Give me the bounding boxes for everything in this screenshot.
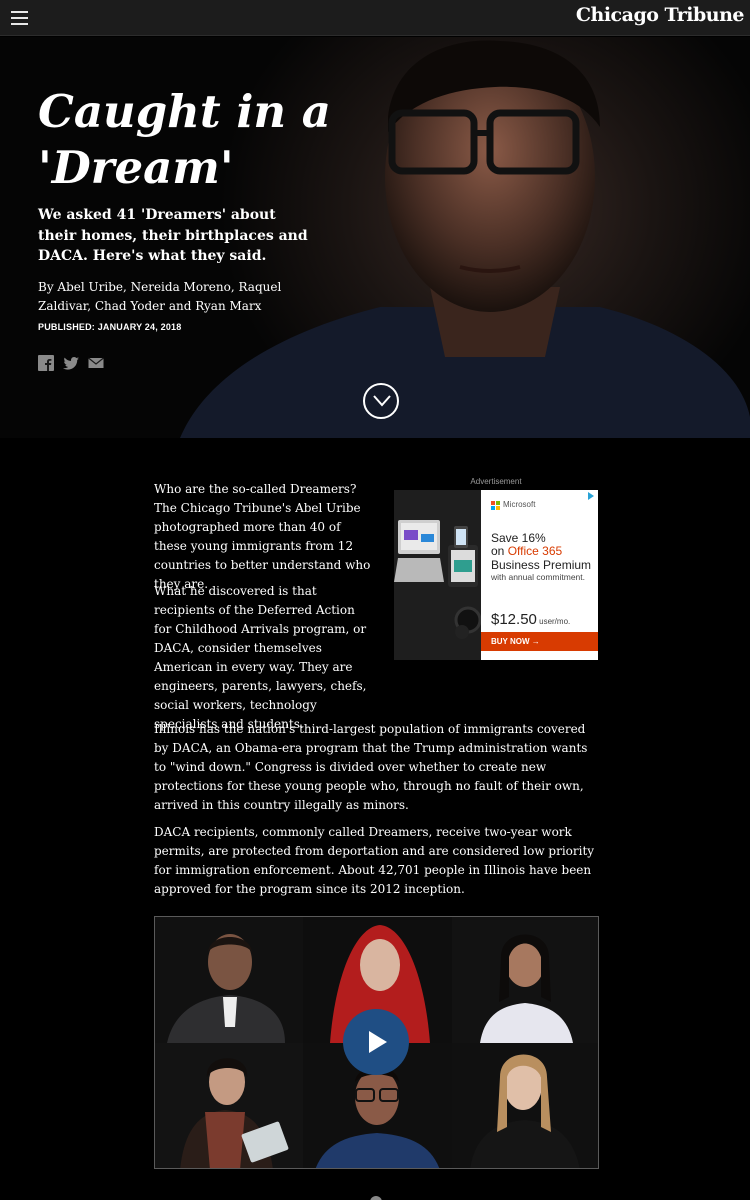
ad-choices-icon[interactable] xyxy=(586,491,596,501)
ad-fineprint: with annual commitment. xyxy=(491,572,586,582)
hero-section: Caught in a 'Dream' We asked 41 'Dreamer… xyxy=(0,37,750,438)
ad-product-tier: Business Premium xyxy=(491,558,592,572)
ad-label: Advertisement xyxy=(470,477,522,486)
ad-product-image xyxy=(394,490,482,660)
share-bar xyxy=(38,355,104,371)
scroll-down-button[interactable] xyxy=(363,383,399,419)
next-section-indicator xyxy=(370,1196,382,1200)
email-icon[interactable] xyxy=(88,355,104,371)
article-paragraph: Who are the so-called Dreamers? The Chic… xyxy=(154,482,371,591)
site-logo[interactable]: Chicago Tribune xyxy=(576,4,745,26)
facebook-icon[interactable] xyxy=(38,355,54,371)
play-icon xyxy=(369,1031,387,1053)
twitter-icon[interactable] xyxy=(63,355,79,371)
ad-product-line: on Office 365 xyxy=(491,544,563,558)
headline: Caught in a 'Dream' xyxy=(38,85,331,194)
video-player[interactable] xyxy=(154,916,599,1169)
published-date: PUBLISHED: JANUARY 24, 2018 xyxy=(38,322,182,332)
microsoft-logo-icon xyxy=(491,501,500,510)
ad-price: $12.50 user/mo. xyxy=(491,611,571,628)
ad-product-brand: Office 365 xyxy=(507,544,563,558)
video-play-button[interactable] xyxy=(343,1009,409,1075)
dek: We asked 41 'Dreamers' about their homes… xyxy=(38,207,308,264)
chevron-down-icon xyxy=(373,395,391,407)
byline: By Abel Uribe, Nereida Moreno, Raquel Za… xyxy=(38,280,282,313)
top-bar: Chicago Tribune xyxy=(0,0,750,36)
ad-copy: Microsoft Save 16% on Office 365 Busines… xyxy=(481,490,598,660)
ad-brand: Microsoft xyxy=(503,500,536,509)
ad-buy-now-button[interactable]: BUY NOW → xyxy=(481,632,598,651)
article-paragraph: Illinois has the nation's third-largest … xyxy=(154,722,588,812)
article-paragraph: What he discovered is that recipients of… xyxy=(154,584,367,731)
article-paragraph: DACA recipients, commonly called Dreamer… xyxy=(154,825,595,896)
hamburger-menu-icon[interactable] xyxy=(11,11,28,25)
advertisement[interactable]: Microsoft Save 16% on Office 365 Busines… xyxy=(394,490,598,660)
ad-headline: Save 16% xyxy=(491,531,546,545)
